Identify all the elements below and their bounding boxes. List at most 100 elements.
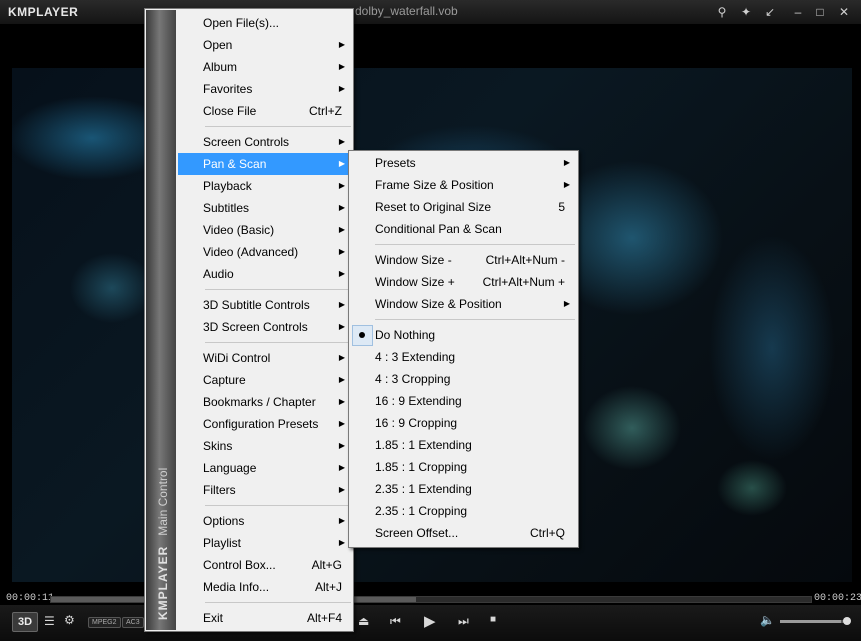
menu-separator [375,319,575,320]
menu-item-favorites[interactable]: Favorites ▶ [178,78,352,100]
menu-item-options[interactable]: Options ▶ [178,510,352,532]
menu-item-label: 16 : 9 Cropping [375,416,458,430]
menu-item-video-basic[interactable]: Video (Basic) ▶ [178,219,352,241]
sidebar-logo: KMPLAYER [156,545,170,620]
menu-separator [205,289,351,290]
menu-item-screen-offset[interactable]: Screen Offset... Ctrl+Q [350,522,577,544]
menu-item-2-35-1-cropping[interactable]: 2.35 : 1 Cropping [350,500,577,522]
menu-item-conditional-pan-scan[interactable]: Conditional Pan & Scan [350,218,577,240]
submenu-arrow-icon: ▶ [563,158,570,167]
menu-item-exit[interactable]: Exit Alt+F4 [178,607,352,629]
menu-item-presets[interactable]: Presets ▶ [350,152,577,174]
next-icon[interactable]: ⏭ [458,614,469,629]
radio-bullet-icon [359,332,365,338]
previous-icon[interactable]: ⏮ [390,614,401,629]
menu-item-label: 4 : 3 Cropping [375,372,451,386]
menu-item-4-3-cropping[interactable]: 4 : 3 Cropping [350,368,577,390]
menu-item-3d-screen-controls[interactable]: 3D Screen Controls ▶ [178,316,352,338]
submenu-arrow-icon: ▶ [338,485,345,494]
menu-item-3d-subtitle-controls[interactable]: 3D Subtitle Controls ▶ [178,294,352,316]
menu-item-label: Do Nothing [375,328,436,342]
volume-slider[interactable] [780,620,846,623]
play-icon[interactable]: ▶ [424,612,436,630]
menu-item-label: WiDi Control [203,351,271,365]
menu-item-album[interactable]: Album ▶ [178,56,352,78]
menu-item-widi-control[interactable]: WiDi Control ▶ [178,347,352,369]
menu-item-label: Language [203,461,257,475]
volume-knob[interactable] [843,617,851,625]
menu-item-label: Open [203,38,233,52]
menu-item-label: Frame Size & Position [375,178,494,192]
menu-item-4-3-extending[interactable]: 4 : 3 Extending [350,346,577,368]
menu-item-label: Screen Controls [203,135,290,149]
app-logo: KMPLAYER [8,5,79,19]
submenu-arrow-icon: ▶ [338,516,345,525]
menu-item-1-85-1-extending[interactable]: 1.85 : 1 Extending [350,434,577,456]
stop-icon[interactable]: ■ [490,614,496,625]
menu-item-reset-to-original-size[interactable]: Reset to Original Size 5 [350,196,577,218]
minimize-icon[interactable]: – [788,3,808,21]
close-icon[interactable]: ✕ [834,3,854,21]
menu-item-label: Pan & Scan [203,157,267,171]
menu-icon[interactable]: ☰ [44,614,55,628]
sidebar-title: Main Control [156,467,170,536]
menu-item-label: Video (Basic) [203,223,275,237]
maximize-icon[interactable]: □ [810,3,830,21]
main-context-menu: KMPLAYER Main Control Open File(s)... Ope… [144,8,354,632]
submenu-arrow-icon: ▶ [338,247,345,256]
gear-icon[interactable]: ⚙ [64,613,75,627]
pin-icon[interactable]: ✦ [736,3,756,21]
menu-item-control-box[interactable]: Control Box... Alt+G [178,554,352,576]
menu-item-language[interactable]: Language ▶ [178,457,352,479]
submenu-arrow-icon: ▶ [338,538,345,547]
submenu-arrow-icon: ▶ [338,62,345,71]
menu-item-1-85-1-cropping[interactable]: 1.85 : 1 Cropping [350,456,577,478]
menu-separator [205,505,351,506]
window-title: dolby_waterfall.vob [355,4,458,18]
menu-item-pan-scan[interactable]: Pan & Scan ▶ [178,153,352,175]
menu-item-skins[interactable]: Skins ▶ [178,435,352,457]
menu-item-shortcut: Ctrl+Z [309,104,342,118]
submenu-arrow-icon: ▶ [338,225,345,234]
menu-item-window-size[interactable]: Window Size - Ctrl+Alt+Num - [350,249,577,271]
shrink-icon[interactable]: ↙ [760,3,780,21]
menu-item-shortcut: 5 [558,200,565,214]
submenu-arrow-icon: ▶ [338,397,345,406]
menu-item-open-file-s[interactable]: Open File(s)... [178,12,352,34]
submenu-arrow-icon: ▶ [338,137,345,146]
menu-separator [205,342,351,343]
menu-item-filters[interactable]: Filters ▶ [178,479,352,501]
submenu-arrow-icon: ▶ [338,463,345,472]
menu-item-audio[interactable]: Audio ▶ [178,263,352,285]
menu-item-label: Open File(s)... [203,16,280,30]
menu-item-label: 3D Subtitle Controls [203,298,310,312]
menu-item-video-advanced[interactable]: Video (Advanced) ▶ [178,241,352,263]
menu-item-16-9-extending[interactable]: 16 : 9 Extending [350,390,577,412]
menu-item-open[interactable]: Open ▶ [178,34,352,56]
search-icon[interactable]: ⚲ [712,3,732,21]
menu-item-subtitles[interactable]: Subtitles ▶ [178,197,352,219]
menu-item-media-info[interactable]: Media Info... Alt+J [178,576,352,598]
menu-item-playlist[interactable]: Playlist ▶ [178,532,352,554]
menu-item-close-file[interactable]: Close File Ctrl+Z [178,100,352,122]
menu-item-configuration-presets[interactable]: Configuration Presets ▶ [178,413,352,435]
submenu-arrow-icon: ▶ [338,375,345,384]
menu-item-window-size-position[interactable]: Window Size & Position ▶ [350,293,577,315]
menu-item-label: Screen Offset... [375,526,459,540]
submenu-arrow-icon: ▶ [338,441,345,450]
menu-sidebar: KMPLAYER Main Control [146,10,176,630]
menu-item-playback[interactable]: Playback ▶ [178,175,352,197]
menu-item-frame-size-position[interactable]: Frame Size & Position ▶ [350,174,577,196]
menu-item-2-35-1-extending[interactable]: 2.35 : 1 Extending [350,478,577,500]
3d-button[interactable]: 3D [12,612,38,632]
menu-item-shortcut: Ctrl+Q [529,526,565,540]
menu-item-capture[interactable]: Capture ▶ [178,369,352,391]
volume-icon[interactable]: 🔈 [760,613,775,627]
menu-item-screen-controls[interactable]: Screen Controls ▶ [178,131,352,153]
menu-item-16-9-cropping[interactable]: 16 : 9 Cropping [350,412,577,434]
menu-item-label: 2.35 : 1 Cropping [375,504,468,518]
menu-item-bookmarks-chapter[interactable]: Bookmarks / Chapter ▶ [178,391,352,413]
eject-icon[interactable]: ⏏ [358,614,369,628]
menu-item-window-size[interactable]: Window Size + Ctrl+Alt+Num + [350,271,577,293]
menu-item-do-nothing[interactable]: Do Nothing [350,324,577,346]
